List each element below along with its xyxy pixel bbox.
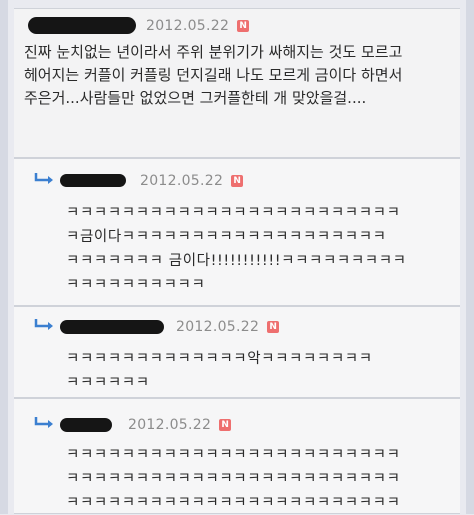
new-badge: N (267, 320, 280, 333)
reply-header: 2012.05.22 N (34, 171, 244, 190)
redacted-username (60, 417, 112, 432)
redacted-username (60, 174, 126, 187)
reply-arrow-icon (34, 171, 56, 190)
new-badge: N (231, 174, 244, 187)
reply-comment: 2012.05.22 N ㅋㅋㅋㅋㅋㅋㅋㅋㅋㅋㅋㅋㅋㅋㅋㅋㅋㅋㅋㅋㅋㅋㅋㅋ ㅋㅋ… (14, 398, 460, 514)
reply-arrow-icon (34, 317, 56, 336)
new-badge: N (219, 418, 232, 431)
new-badge: N (237, 19, 250, 32)
reply-header: 2012.05.22 N (34, 317, 280, 336)
reply-text: ㅋㅋㅋㅋㅋㅋㅋㅋㅋㅋㅋㅋㅋㅋㅋㅋㅋㅋㅋㅋㅋㅋㅋㅋ ㅋ금이다ㅋㅋㅋㅋㅋㅋㅋㅋㅋㅋㅋ… (66, 205, 407, 293)
comment-header: 2012.05.22 N (28, 17, 250, 34)
reply-date: 2012.05.22 (140, 172, 224, 189)
reply-date: 2012.05.22 (128, 416, 212, 433)
redacted-username (60, 319, 164, 334)
redacted-username (28, 17, 136, 34)
reply-header: 2012.05.22 N (34, 415, 232, 434)
comment-date: 2012.05.22 (146, 17, 230, 34)
reply-arrow-icon (34, 415, 56, 434)
reply-text: ㅋㅋㅋㅋㅋㅋㅋㅋㅋㅋㅋㅋㅋ악ㅋㅋㅋㅋㅋㅋㅋㅋ ㅋㅋㅋㅋㅋㅋ (66, 351, 373, 391)
comment-main: 2012.05.22 N 진짜 눈치없는 년이라서 주위 분위기가 싸해지는 것… (14, 8, 460, 158)
reply-text: ㅋㅋㅋㅋㅋㅋㅋㅋㅋㅋㅋㅋㅋㅋㅋㅋㅋㅋㅋㅋㅋㅋㅋㅋ ㅋㅋㅋㅋㅋㅋㅋㅋㅋㅋㅋㅋㅋㅋㅋ… (66, 447, 401, 511)
reply-date: 2012.05.22 (176, 318, 260, 335)
comment-text: 진짜 눈치없는 년이라서 주위 분위기가 싸해지는 것도 모르고 헤어지는 커플… (24, 43, 408, 107)
reply-comment: 2012.05.22 N ㅋㅋㅋㅋㅋㅋㅋㅋㅋㅋㅋㅋㅋ악ㅋㅋㅋㅋㅋㅋㅋㅋ ㅋㅋㅋㅋ… (14, 306, 460, 398)
reply-comment: 2012.05.22 N ㅋㅋㅋㅋㅋㅋㅋㅋㅋㅋㅋㅋㅋㅋㅋㅋㅋㅋㅋㅋㅋㅋㅋㅋ ㅋ금… (14, 158, 460, 306)
